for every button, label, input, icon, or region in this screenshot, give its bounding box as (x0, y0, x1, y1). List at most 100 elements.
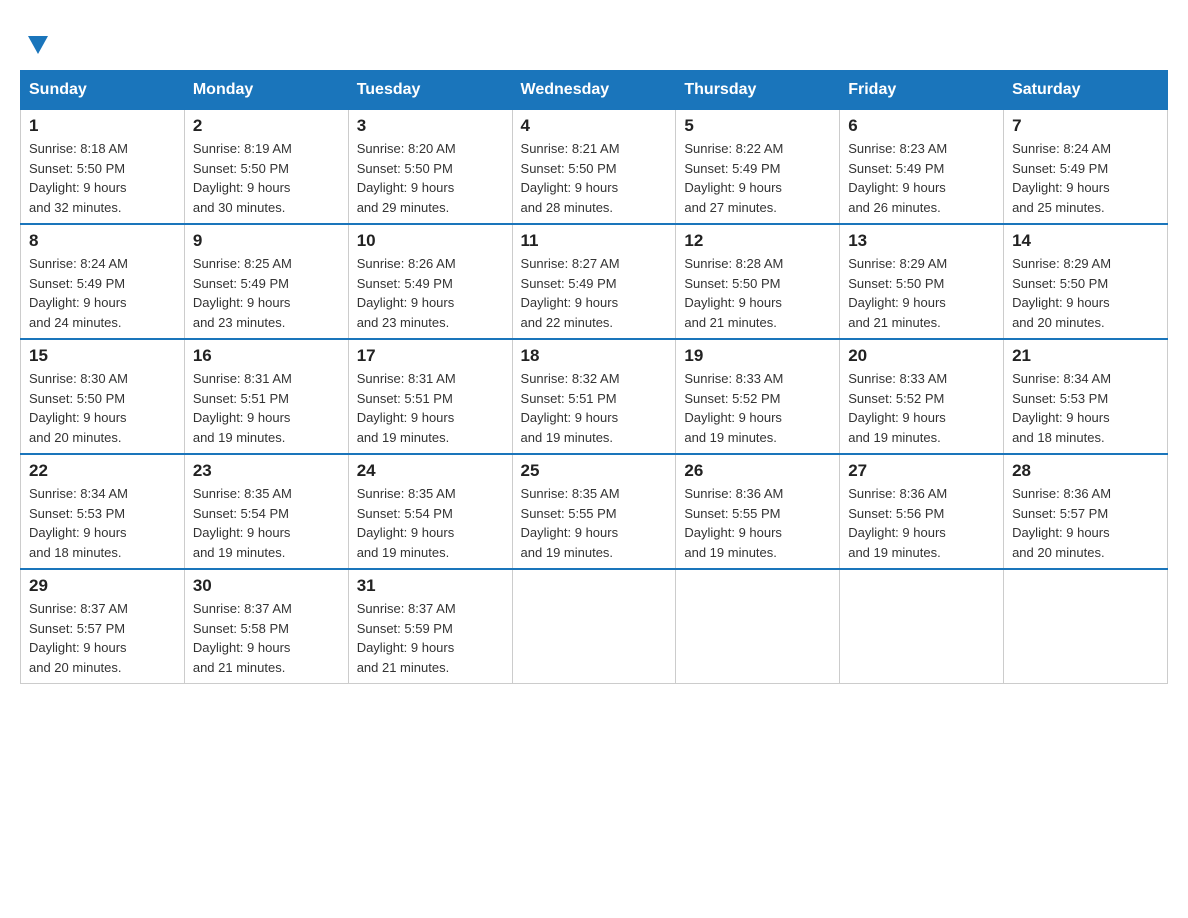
day-info: Sunrise: 8:28 AM Sunset: 5:50 PM Dayligh… (684, 254, 831, 332)
day-info: Sunrise: 8:30 AM Sunset: 5:50 PM Dayligh… (29, 369, 176, 447)
sunset-text: Sunset: 5:49 PM (684, 161, 780, 176)
daylight2-text: and 18 minutes. (1012, 430, 1105, 445)
table-row: 20 Sunrise: 8:33 AM Sunset: 5:52 PM Dayl… (840, 339, 1004, 454)
day-number: 15 (29, 346, 176, 366)
table-row: 10 Sunrise: 8:26 AM Sunset: 5:49 PM Dayl… (348, 224, 512, 339)
day-info: Sunrise: 8:36 AM Sunset: 5:56 PM Dayligh… (848, 484, 995, 562)
sunset-text: Sunset: 5:54 PM (193, 506, 289, 521)
daylight-text: Daylight: 9 hours (1012, 295, 1110, 310)
calendar-week-row: 1 Sunrise: 8:18 AM Sunset: 5:50 PM Dayli… (21, 110, 1168, 225)
daylight-text: Daylight: 9 hours (193, 410, 291, 425)
day-info: Sunrise: 8:22 AM Sunset: 5:49 PM Dayligh… (684, 139, 831, 217)
sunrise-text: Sunrise: 8:29 AM (848, 256, 947, 271)
table-row: 28 Sunrise: 8:36 AM Sunset: 5:57 PM Dayl… (1004, 454, 1168, 569)
day-info: Sunrise: 8:18 AM Sunset: 5:50 PM Dayligh… (29, 139, 176, 217)
day-number: 22 (29, 461, 176, 481)
sunset-text: Sunset: 5:58 PM (193, 621, 289, 636)
table-row: 1 Sunrise: 8:18 AM Sunset: 5:50 PM Dayli… (21, 110, 185, 225)
sunrise-text: Sunrise: 8:18 AM (29, 141, 128, 156)
day-number: 19 (684, 346, 831, 366)
sunrise-text: Sunrise: 8:36 AM (848, 486, 947, 501)
daylight-text: Daylight: 9 hours (848, 525, 946, 540)
daylight-text: Daylight: 9 hours (848, 295, 946, 310)
table-row: 16 Sunrise: 8:31 AM Sunset: 5:51 PM Dayl… (184, 339, 348, 454)
day-number: 24 (357, 461, 504, 481)
daylight-text: Daylight: 9 hours (1012, 525, 1110, 540)
daylight2-text: and 20 minutes. (1012, 545, 1105, 560)
daylight-text: Daylight: 9 hours (1012, 410, 1110, 425)
sunset-text: Sunset: 5:53 PM (1012, 391, 1108, 406)
sunrise-text: Sunrise: 8:21 AM (521, 141, 620, 156)
day-number: 29 (29, 576, 176, 596)
table-row: 4 Sunrise: 8:21 AM Sunset: 5:50 PM Dayli… (512, 110, 676, 225)
header-sunday: Sunday (21, 71, 185, 110)
table-row: 5 Sunrise: 8:22 AM Sunset: 5:49 PM Dayli… (676, 110, 840, 225)
calendar-week-row: 22 Sunrise: 8:34 AM Sunset: 5:53 PM Dayl… (21, 454, 1168, 569)
sunrise-text: Sunrise: 8:24 AM (1012, 141, 1111, 156)
day-info: Sunrise: 8:29 AM Sunset: 5:50 PM Dayligh… (848, 254, 995, 332)
daylight2-text: and 18 minutes. (29, 545, 122, 560)
table-row (512, 569, 676, 684)
sunset-text: Sunset: 5:50 PM (521, 161, 617, 176)
table-row (676, 569, 840, 684)
table-row: 30 Sunrise: 8:37 AM Sunset: 5:58 PM Dayl… (184, 569, 348, 684)
daylight-text: Daylight: 9 hours (357, 180, 455, 195)
day-info: Sunrise: 8:33 AM Sunset: 5:52 PM Dayligh… (684, 369, 831, 447)
sunrise-text: Sunrise: 8:33 AM (684, 371, 783, 386)
calendar-header-row: Sunday Monday Tuesday Wednesday Thursday… (21, 71, 1168, 110)
header-wednesday: Wednesday (512, 71, 676, 110)
sunset-text: Sunset: 5:49 PM (1012, 161, 1108, 176)
daylight2-text: and 19 minutes. (684, 545, 777, 560)
daylight2-text: and 21 minutes. (684, 315, 777, 330)
daylight2-text: and 19 minutes. (521, 430, 614, 445)
daylight-text: Daylight: 9 hours (1012, 180, 1110, 195)
sunset-text: Sunset: 5:50 PM (193, 161, 289, 176)
sunset-text: Sunset: 5:55 PM (521, 506, 617, 521)
sunrise-text: Sunrise: 8:33 AM (848, 371, 947, 386)
daylight2-text: and 25 minutes. (1012, 200, 1105, 215)
daylight2-text: and 22 minutes. (521, 315, 614, 330)
daylight2-text: and 30 minutes. (193, 200, 286, 215)
day-number: 6 (848, 116, 995, 136)
day-number: 8 (29, 231, 176, 251)
sunset-text: Sunset: 5:59 PM (357, 621, 453, 636)
day-info: Sunrise: 8:36 AM Sunset: 5:57 PM Dayligh… (1012, 484, 1159, 562)
table-row: 8 Sunrise: 8:24 AM Sunset: 5:49 PM Dayli… (21, 224, 185, 339)
sunset-text: Sunset: 5:51 PM (357, 391, 453, 406)
day-info: Sunrise: 8:24 AM Sunset: 5:49 PM Dayligh… (29, 254, 176, 332)
sunrise-text: Sunrise: 8:22 AM (684, 141, 783, 156)
day-info: Sunrise: 8:27 AM Sunset: 5:49 PM Dayligh… (521, 254, 668, 332)
day-info: Sunrise: 8:36 AM Sunset: 5:55 PM Dayligh… (684, 484, 831, 562)
day-number: 30 (193, 576, 340, 596)
sunset-text: Sunset: 5:50 PM (684, 276, 780, 291)
day-info: Sunrise: 8:21 AM Sunset: 5:50 PM Dayligh… (521, 139, 668, 217)
sunrise-text: Sunrise: 8:19 AM (193, 141, 292, 156)
daylight-text: Daylight: 9 hours (848, 410, 946, 425)
day-info: Sunrise: 8:37 AM Sunset: 5:58 PM Dayligh… (193, 599, 340, 677)
header-thursday: Thursday (676, 71, 840, 110)
sunrise-text: Sunrise: 8:37 AM (29, 601, 128, 616)
sunset-text: Sunset: 5:49 PM (193, 276, 289, 291)
table-row: 31 Sunrise: 8:37 AM Sunset: 5:59 PM Dayl… (348, 569, 512, 684)
sunset-text: Sunset: 5:51 PM (521, 391, 617, 406)
day-info: Sunrise: 8:25 AM Sunset: 5:49 PM Dayligh… (193, 254, 340, 332)
table-row: 29 Sunrise: 8:37 AM Sunset: 5:57 PM Dayl… (21, 569, 185, 684)
day-number: 13 (848, 231, 995, 251)
day-number: 12 (684, 231, 831, 251)
day-info: Sunrise: 8:20 AM Sunset: 5:50 PM Dayligh… (357, 139, 504, 217)
daylight2-text: and 21 minutes. (357, 660, 450, 675)
day-number: 9 (193, 231, 340, 251)
daylight2-text: and 26 minutes. (848, 200, 941, 215)
day-info: Sunrise: 8:33 AM Sunset: 5:52 PM Dayligh… (848, 369, 995, 447)
calendar-table: Sunday Monday Tuesday Wednesday Thursday… (20, 70, 1168, 684)
day-info: Sunrise: 8:19 AM Sunset: 5:50 PM Dayligh… (193, 139, 340, 217)
daylight2-text: and 23 minutes. (193, 315, 286, 330)
day-number: 31 (357, 576, 504, 596)
sunset-text: Sunset: 5:49 PM (357, 276, 453, 291)
sunset-text: Sunset: 5:52 PM (684, 391, 780, 406)
daylight2-text: and 23 minutes. (357, 315, 450, 330)
daylight-text: Daylight: 9 hours (29, 410, 127, 425)
sunset-text: Sunset: 5:50 PM (1012, 276, 1108, 291)
day-number: 4 (521, 116, 668, 136)
daylight-text: Daylight: 9 hours (29, 295, 127, 310)
